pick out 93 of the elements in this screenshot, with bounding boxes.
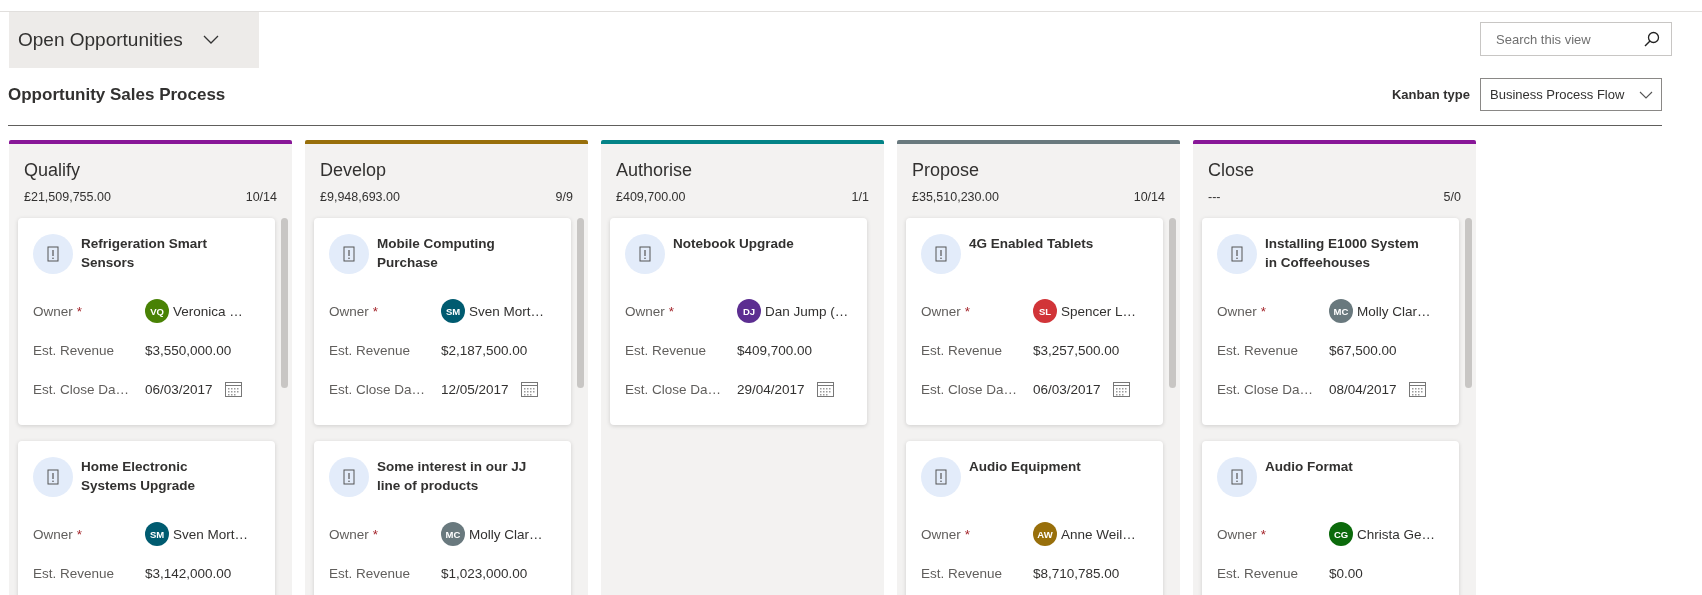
field-label: Owner * (329, 303, 380, 319)
column-title: Qualify (23, 159, 82, 181)
card-title: Audio Format (1265, 458, 1354, 476)
column-title: Propose (911, 159, 981, 181)
field-value: $0.00 (1329, 565, 1363, 581)
opportunity-card[interactable]: Installing E1000 System in Coffeehouses Owner * MC Molly Clar… Est. Revenue $67,500.00 Est. Close Da… 08/04/2017 (1202, 218, 1459, 425)
search-field[interactable]: Search this view (1480, 22, 1672, 56)
field-value: 12/05/2017 (441, 381, 509, 397)
opportunity-card[interactable]: 4G Enabled Tablets Owner * SL Spencer L… Est. Revenue $3,257,500.00 Est. Close Da… 06/03/2017 (906, 218, 1163, 425)
field-value: $1,023,000.00 (441, 565, 528, 581)
kanban-type-dropdown[interactable]: Business Process Flow (1480, 78, 1662, 111)
view-selector[interactable]: Open Opportunities (9, 12, 259, 68)
field-label: Est. Revenue (329, 565, 412, 581)
column-count: 10/14 (245, 190, 277, 204)
card-title: Home Electronic Systems Upgrade (81, 458, 197, 495)
field-label: Owner * (33, 303, 84, 319)
field-label: Est. Revenue (33, 342, 116, 358)
field-label: Owner * (625, 303, 676, 319)
card-title: 4G Enabled Tablets (969, 235, 1095, 253)
opportunity-card[interactable]: Notebook Upgrade Owner * DJ Dan Jump (… Est. Revenue $409,700.00 Est. Close Da… 29/04/2017 (610, 218, 867, 425)
column-title: Develop (319, 159, 388, 181)
opportunity-card[interactable]: Home Electronic Systems Upgrade Owner * SM Sven Mort… Est. Revenue $3,142,000.00 (18, 441, 275, 595)
field-label: Est. Close Da… (1217, 381, 1315, 397)
column-total: £9,948,693.00 (320, 190, 400, 204)
avatar-initials: SM (441, 299, 465, 323)
field-value: 08/04/2017 (1329, 381, 1397, 397)
field-label: Est. Revenue (921, 342, 1004, 358)
owner-name[interactable]: Veronica … (173, 303, 243, 319)
kanban-type-label: Kanban type (1392, 87, 1470, 102)
field-label: Owner * (1217, 303, 1268, 319)
field-label: Est. Revenue (33, 565, 116, 581)
column-count: 5/0 (1443, 190, 1461, 204)
card-title: Some interest in our JJ line of products (377, 458, 528, 495)
field-value: 06/03/2017 (145, 381, 213, 397)
owner-name[interactable]: Sven Mort… (469, 303, 545, 319)
field-label: Est. Revenue (1217, 565, 1300, 581)
column-count: 9/9 (555, 190, 573, 204)
avatar-initials: SM (145, 522, 169, 546)
card-title: Notebook Upgrade (673, 235, 795, 253)
field-value: $3,550,000.00 (145, 342, 232, 358)
owner-name[interactable]: Sven Mort… (173, 526, 249, 542)
column-title: Close (1207, 159, 1256, 181)
owner-name[interactable]: Dan Jump (… (765, 303, 849, 319)
column-title: Authorise (615, 159, 694, 181)
column-total: £409,700.00 (616, 190, 686, 204)
avatar-initials: VQ (145, 299, 169, 323)
column-total: £21,509,755.00 (24, 190, 111, 204)
field-label: Owner * (921, 526, 972, 542)
card-title: Audio Equipment (969, 458, 1082, 476)
owner-name[interactable]: Molly Clar… (1357, 303, 1431, 319)
owner-name[interactable]: Christa Ge… (1357, 526, 1436, 542)
avatar-initials: MC (441, 522, 465, 546)
avatar-initials: SL (1033, 299, 1057, 323)
field-value: $67,500.00 (1329, 342, 1397, 358)
card-title: Refrigeration Smart Sensors (81, 235, 209, 272)
owner-name[interactable]: Spencer L… (1061, 303, 1137, 319)
opportunity-card[interactable]: Refrigeration Smart Sensors Owner * VQ Veronica … Est. Revenue $3,550,000.00 Est. Close Da… 06/03/2017 (18, 218, 275, 425)
field-label: Owner * (1217, 526, 1268, 542)
field-value: $409,700.00 (737, 342, 813, 358)
owner-name[interactable]: Molly Clar… (469, 526, 543, 542)
field-label: Est. Close Da… (329, 381, 427, 397)
process-title: Opportunity Sales Process (8, 84, 227, 105)
field-label: Est. Revenue (329, 342, 412, 358)
field-label: Owner * (329, 526, 380, 542)
avatar-initials: CG (1329, 522, 1353, 546)
field-label: Owner * (33, 526, 84, 542)
opportunity-card[interactable]: Mobile Computing Purchase Owner * SM Sven Mort… Est. Revenue $2,187,500.00 Est. Close Da… 12/05/2017 (314, 218, 571, 425)
field-label: Est. Revenue (625, 342, 708, 358)
opportunity-card[interactable]: Audio Equipment Owner * AW Anne Weil… Est. Revenue $8,710,785.00 (906, 441, 1163, 595)
avatar-initials: MC (1329, 299, 1353, 323)
column-total: £35,510,230.00 (912, 190, 999, 204)
card-title: Mobile Computing Purchase (377, 235, 496, 272)
avatar-initials: DJ (737, 299, 761, 323)
card-title: Installing E1000 System in Coffeehouses (1265, 235, 1420, 272)
field-label: Owner * (921, 303, 972, 319)
opportunity-card[interactable]: Audio Format Owner * CG Christa Ge… Est. Revenue $0.00 (1202, 441, 1459, 595)
field-value: $3,142,000.00 (145, 565, 232, 581)
field-value: 29/04/2017 (737, 381, 805, 397)
column-total: --- (1208, 190, 1221, 204)
field-label: Est. Close Da… (625, 381, 723, 397)
field-value: $3,257,500.00 (1033, 342, 1120, 358)
column-count: 10/14 (1133, 190, 1165, 204)
opportunity-card[interactable]: Some interest in our JJ line of products Owner * MC Molly Clar… Est. Revenue $1,023,000.00 (314, 441, 571, 595)
field-label: Est. Revenue (921, 565, 1004, 581)
field-label: Est. Revenue (1217, 342, 1300, 358)
field-value: 06/03/2017 (1033, 381, 1101, 397)
field-label: Est. Close Da… (921, 381, 1019, 397)
field-value: $2,187,500.00 (441, 342, 528, 358)
field-value: $8,710,785.00 (1033, 565, 1120, 581)
owner-name[interactable]: Anne Weil… (1061, 526, 1136, 542)
field-label: Est. Close Da… (33, 381, 131, 397)
column-count: 1/1 (851, 190, 869, 204)
avatar-initials: AW (1033, 522, 1057, 546)
